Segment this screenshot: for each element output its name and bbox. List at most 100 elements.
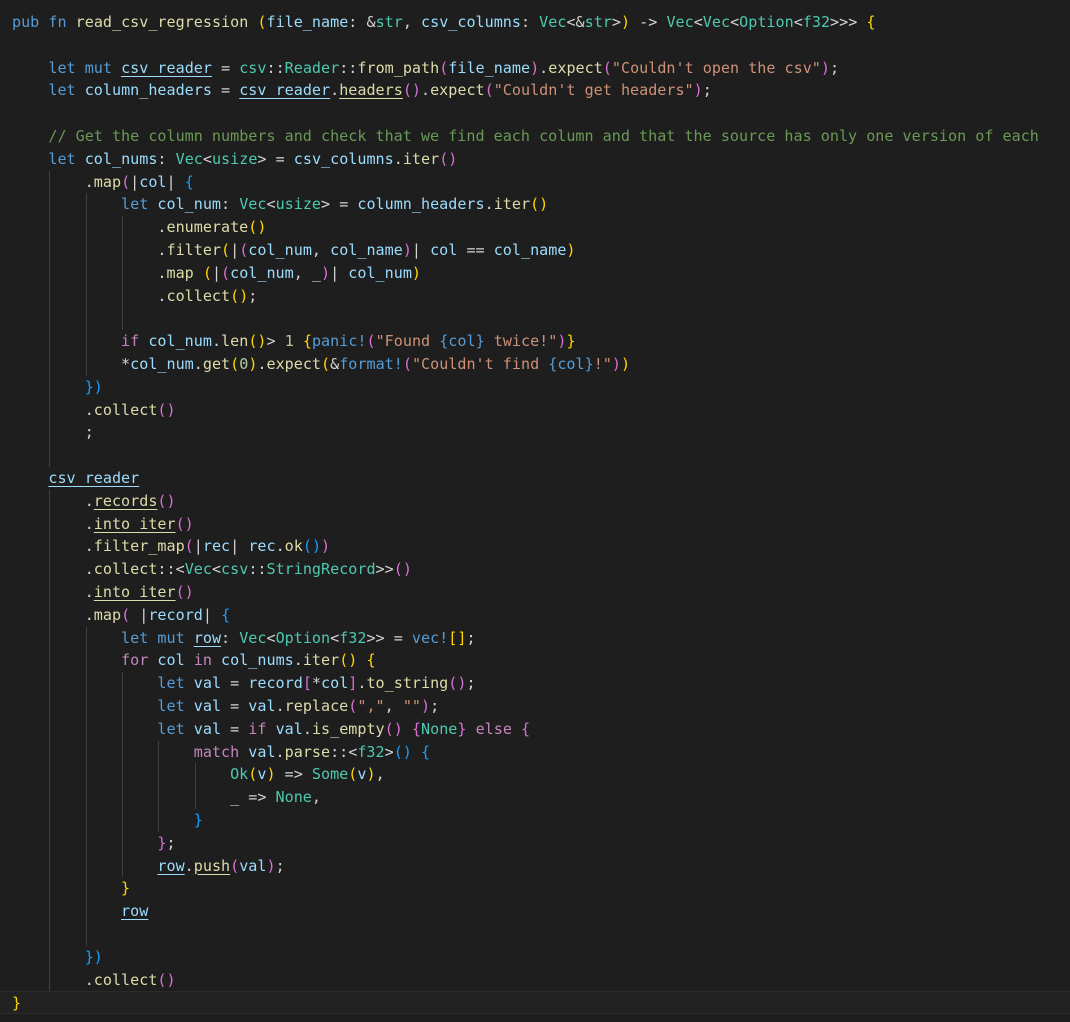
code-line[interactable]: pub fn read_csv_regression (file_name: &… <box>0 11 1070 34</box>
code-token: . <box>275 742 285 761</box>
code-line[interactable]: csv_reader <box>0 467 1070 490</box>
code-token: col_num <box>157 195 222 214</box>
code-line[interactable]: *col_num.get(0).expect(&format!("Couldn'… <box>0 353 1070 376</box>
code-line[interactable]: .map (|(col_num, _)| col_num) <box>0 262 1070 285</box>
code-line[interactable]: .into_iter() <box>0 513 1070 536</box>
code-line[interactable]: _ => None, <box>0 786 1070 809</box>
code-line[interactable] <box>0 444 1070 467</box>
code-token: ; <box>466 674 476 693</box>
code-token: None <box>275 788 312 807</box>
code-token: ] <box>348 674 358 693</box>
code-token: col_num <box>230 263 294 282</box>
code-line[interactable]: .map(|col| { <box>0 171 1070 194</box>
code-line[interactable]: let mut csv_reader = csv::Reader::from_p… <box>0 57 1070 80</box>
code-token: mut <box>84 58 112 77</box>
code-line[interactable]: .map( |record| { <box>0 604 1070 627</box>
code-token: expect <box>430 81 485 100</box>
code-token: . <box>484 195 494 214</box>
code-token: let <box>48 58 76 77</box>
code-line[interactable] <box>0 307 1070 330</box>
code-token: push <box>193 856 231 875</box>
code-token: . <box>275 697 285 715</box>
code-token: { <box>420 742 431 761</box>
code-line[interactable]: .records() <box>0 490 1070 513</box>
code-line[interactable]: let val = record[*col].to_string(); <box>0 672 1070 695</box>
code-token: into_iter <box>93 583 176 601</box>
code-token: : & <box>348 13 376 31</box>
code-line[interactable]: }; <box>0 832 1070 855</box>
code-token: < <box>330 628 340 647</box>
code-line[interactable] <box>0 34 1070 57</box>
code-line[interactable]: }) <box>0 376 1070 399</box>
code-line[interactable]: .collect::<Vec<csv::StringRecord>>() <box>0 558 1070 581</box>
code-line[interactable]: let val = val.replace(",", ""); <box>0 695 1070 718</box>
code-token: ( <box>484 81 494 100</box>
code-line[interactable]: match val.parse::<f32>() { <box>0 741 1070 764</box>
code-token: usize <box>275 195 322 214</box>
code-line[interactable]: for col in col_nums.iter() { <box>0 649 1070 672</box>
code-token: () <box>157 491 176 510</box>
code-token: col_num <box>248 241 312 259</box>
code-line[interactable]: .collect() <box>0 399 1070 422</box>
code-token: Vec <box>239 195 267 214</box>
code-token: () <box>393 742 412 761</box>
code-token: ( <box>248 765 258 784</box>
code-token: . <box>12 583 94 601</box>
code-line[interactable] <box>0 102 1070 125</box>
code-token: . <box>193 355 203 373</box>
code-token: "Couldn't find <box>411 355 549 373</box>
code-token: // Get the column numbers and check that… <box>48 127 1039 145</box>
code-line[interactable]: } <box>0 809 1070 832</box>
code-line[interactable]: row <box>0 900 1070 923</box>
code-line[interactable]: }) <box>0 946 1070 969</box>
code-token: . <box>12 241 167 259</box>
code-token: csv_reader <box>239 81 331 100</box>
code-line[interactable]: } <box>0 991 1070 1015</box>
code-line[interactable]: let col_num: Vec<usize> = column_headers… <box>0 193 1070 216</box>
code-line[interactable]: .collect(); <box>0 285 1070 308</box>
code-line[interactable]: Ok(v) => Some(v), <box>0 763 1070 786</box>
code-line[interactable]: } <box>0 877 1070 900</box>
code-token: ( <box>348 765 358 784</box>
code-token: enumerate <box>166 218 249 237</box>
code-line[interactable]: .filter_map(|rec| rec.ok()) <box>0 535 1070 558</box>
code-token: twice!" <box>484 332 558 351</box>
code-token: to_string <box>366 674 449 693</box>
code-token: row <box>121 902 149 921</box>
code-editor[interactable]: pub fn read_csv_regression (file_name: &… <box>0 0 1070 1022</box>
code-line[interactable]: .collect() <box>0 969 1070 992</box>
code-line[interactable]: let column_headers = csv_reader.headers(… <box>0 79 1070 102</box>
code-line[interactable]: let col_nums: Vec<usize> = csv_columns.i… <box>0 148 1070 171</box>
code-token: ) <box>266 856 276 875</box>
code-token: & <box>330 355 340 373</box>
code-line[interactable]: if col_num.len()> 1 {panic!("Found {col}… <box>0 330 1070 353</box>
code-line[interactable]: ; <box>0 421 1070 444</box>
code-line[interactable]: .into_iter() <box>0 581 1070 604</box>
code-token: . <box>12 218 167 237</box>
code-token: ) <box>266 765 276 784</box>
code-token: val <box>248 697 276 715</box>
code-line[interactable]: .filter(|(col_num, col_name)| col == col… <box>0 239 1070 262</box>
code-line[interactable]: row.push(val); <box>0 855 1070 878</box>
code-line[interactable]: .enumerate() <box>0 216 1070 239</box>
code-token: "Couldn't get headers" <box>493 81 694 100</box>
code-token: ( <box>239 241 249 259</box>
code-token: :: <box>248 560 267 579</box>
code-token: } <box>193 811 203 829</box>
code-line[interactable]: // Get the column numbers and check that… <box>0 125 1070 148</box>
code-line[interactable]: let val = if val.is_empty() {None} else … <box>0 718 1070 741</box>
code-token: Ok <box>230 765 249 784</box>
code-line[interactable] <box>0 923 1070 946</box>
code-line[interactable]: let mut row: Vec<Option<f32>> = vec![]; <box>0 627 1070 650</box>
code-token: headers <box>339 81 403 100</box>
code-token: ; <box>466 628 476 647</box>
